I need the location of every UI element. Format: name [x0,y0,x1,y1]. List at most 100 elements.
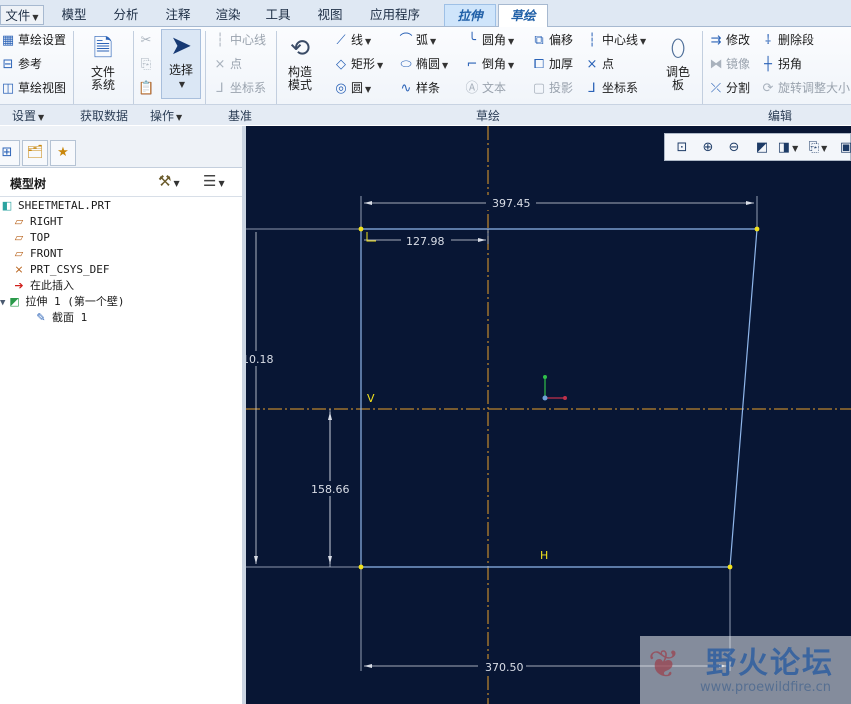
tab-render[interactable]: 渲染 [206,4,250,26]
tab-applications[interactable]: 应用程序 [362,4,428,26]
tree-settings-button[interactable]: ⚒ ▼ [158,172,180,190]
group-sketch-label: 草绘 [476,109,501,123]
tab-view[interactable]: 视图 [308,4,352,26]
sketch-setup-button[interactable]: ▦ 草绘设置 [0,29,66,51]
zoom-out-button[interactable]: ⊖ [723,137,745,159]
tree-item-top[interactable]: ▱ TOP [12,230,50,246]
tree-item-csys[interactable]: ⨯ PRT_CSYS_DEF [12,262,109,278]
chamfer-button[interactable]: ⌐ 倒角 ▼ [464,53,515,75]
group-get-data-label: 获取数据 [80,109,129,123]
vertex-point [358,564,364,570]
datum-centerline-button[interactable]: ┆ 中心线 [212,29,266,51]
divide-button[interactable]: ⤫ 分割 [708,77,750,99]
dim-top-offset[interactable]: 127.98 [406,235,445,248]
mirror-button[interactable]: ⧓ 镜像 [708,53,751,75]
delete-segment-button[interactable]: ⸸ 删除段 [760,29,814,51]
tab-file[interactable]: 文件 ▼ [0,5,44,25]
sketch-view-icon: ◫ [1,81,15,96]
file-system-label: 文件 系统 [90,65,115,92]
tree-item-extrude[interactable]: ▼ ◩ 拉伸 1 (第一个壁) [0,294,125,310]
section-icon: ✎ [36,311,46,324]
palette-button[interactable]: ⬯ 调色 板 [660,32,696,92]
tree-item-front[interactable]: ▱ FRONT [12,246,63,262]
fillet-button[interactable]: ╰ 圆角 ▼ [464,29,514,51]
tab-analysis[interactable]: 分析 [104,4,148,26]
tab-sketch[interactable]: 草绘 [498,4,548,28]
rectangle-button[interactable]: ◇ 矩形 ▼ [333,53,383,75]
folder-browser-tab[interactable]: 🗂 [22,140,48,166]
csys-icon: ⅃ [588,81,596,96]
sketch-view-button[interactable]: ◫ 草绘视图 [0,77,66,99]
vertical-constraint-label: V [367,392,375,405]
select-button[interactable]: ➤ 选择 ▼ [161,29,201,99]
spline-button[interactable]: ∿ 样条 [398,77,440,99]
vertex-point [727,564,733,570]
tree-item-insert-here[interactable]: ➔ 在此插入 [12,278,74,294]
reference-icon: ⊟ [2,57,14,72]
construction-mode-button[interactable]: ⟲ 构造 模式 [280,32,320,92]
model-tree-tab[interactable]: ⊞ [0,140,20,166]
palette-icon: ⬯ [670,34,686,62]
construction-mode-label: 构造 模式 [287,65,312,92]
dim-lower-height[interactable]: 158.66 [311,483,350,496]
sketch-csys-button[interactable]: ⅃ 坐标系 [584,77,638,99]
tab-model[interactable]: 模型 [52,4,96,26]
file-system-button[interactable]: 🗎 文件 系统 [80,32,126,92]
tab-annotate[interactable]: 注释 [156,4,200,26]
dim-left-height[interactable]: 10.18 [246,353,274,366]
modify-icon: ⇉ [710,33,722,48]
sketch-display-icon: ⎘ [808,140,820,155]
cut-button[interactable]: ✂ [138,29,156,51]
corner-button[interactable]: ┼ 拐角 [760,53,802,75]
zoom-in-button[interactable]: ⊕ [697,137,719,159]
group-setup-label[interactable]: 设置 ▼ [12,107,44,124]
rotate-resize-icon: ⟳ [762,81,774,96]
dim-bottom-width[interactable]: 370.50 [485,661,524,674]
tab-extrude[interactable]: 拉伸 [444,4,496,26]
sketch-point-button[interactable]: × 点 [584,53,614,75]
group-operations-label[interactable]: 操作 ▼ [150,107,182,124]
paste-button[interactable]: 📋 [138,77,156,99]
ellipse-button[interactable]: ⬭ 椭圆 ▼ [398,53,448,75]
sketch-display-button[interactable]: ⎘ ▼ [807,137,829,159]
offset-button[interactable]: ⧉ 偏移 [531,29,573,51]
text-button[interactable]: Ⓐ 文本 [464,77,506,99]
model-tree-title: 模型树 [10,177,47,191]
dim-top-width[interactable]: 397.45 [492,197,531,210]
tab-tools[interactable]: 工具 [256,4,300,26]
datum-csys-button[interactable]: ⅃ 坐标系 [212,77,266,99]
datum-point-button[interactable]: × 点 [212,53,242,75]
model-tree-header: 模型树 ⚒ ▼ ☰ ▼ [0,169,242,197]
refit-button[interactable]: ⊡ [671,137,693,159]
csys-origin [542,395,548,401]
tree-item-right[interactable]: ▱ RIGHT [12,214,63,230]
modify-button[interactable]: ⇉ 修改 [708,29,750,51]
tree-icon: ⊞ [1,145,13,160]
graphics-window[interactable]: 397.45 127.98 10.18 158.66 370.50 V H [246,126,851,704]
favorites-tab[interactable]: ★ [50,140,76,166]
tree-filters-button[interactable]: ☰ ▼ [203,172,225,190]
rotate-resize-button[interactable]: ⟳ 旋转调整大小 [760,77,851,99]
sketch-centerline-button[interactable]: ┆ 中心线 ▼ [584,29,646,51]
ribbon-tab-bar: 文件 ▼ 模型 分析 注释 渲染 工具 视图 应用程序 拉伸 草绘 [0,0,851,28]
datum-plane-icon: ▱ [14,247,24,260]
arc-button[interactable]: ⌒ 弧 ▼ [398,29,436,51]
copy-button[interactable]: ⎘ [138,53,156,75]
spline-icon: ∿ [400,81,412,96]
repaint-button[interactable]: ◩ [751,137,773,159]
display-style-button[interactable]: ◨ ▼ [777,137,799,159]
saved-views-button[interactable]: ▣ [835,137,851,159]
offset-icon: ⧉ [534,33,544,48]
line-button[interactable]: ⟋ 线 ▼ [333,29,371,51]
sketch-canvas[interactable]: 397.45 127.98 10.18 158.66 370.50 V H [246,126,851,704]
project-button[interactable]: ▢ 投影 [531,77,573,99]
hammer-icon: ⚒ [158,172,172,190]
line-icon: ⟋ [336,33,346,48]
project-icon: ▢ [532,81,546,96]
thicken-button[interactable]: ⧠ 加厚 [531,53,573,75]
tree-item-section[interactable]: ✎ 截面 1 [34,310,87,326]
circle-button[interactable]: ◎ 圆 ▼ [333,77,371,99]
reference-button[interactable]: ⊟ 参考 [0,53,42,75]
tree-item-part[interactable]: ◧ SHEETMETAL.PRT [0,198,111,214]
file-system-icon: 🗎 [93,34,113,62]
